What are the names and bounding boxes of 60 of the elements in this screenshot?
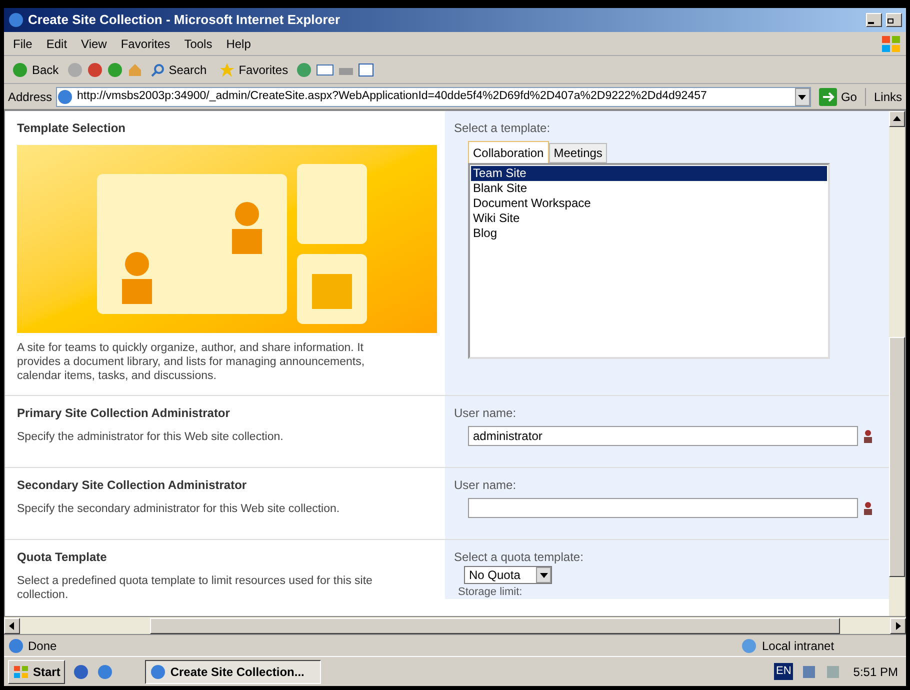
section-title: Primary Site Collection Administrator (17, 405, 231, 422)
field-label: User name: (454, 405, 518, 422)
person-icon[interactable] (862, 501, 874, 515)
restore-button[interactable] (886, 13, 902, 27)
field-label: Storage limit: (458, 586, 524, 598)
template-option[interactable]: Document Workspace (471, 196, 827, 211)
template-tab[interactable]: Collaboration (468, 141, 549, 163)
start-button[interactable]: Start (8, 660, 66, 684)
menu-item[interactable]: Tools (179, 34, 218, 52)
arrow-icon (7, 620, 17, 630)
template-option[interactable]: Blank Site (471, 181, 827, 196)
menu-item[interactable]: Help (221, 34, 256, 52)
user-name-field[interactable]: administrator (468, 426, 858, 446)
menu-item[interactable]: File (8, 34, 38, 52)
template-tab[interactable]: Meetings (548, 143, 608, 163)
user-name-field[interactable] (468, 498, 858, 518)
arrow-icon (893, 620, 903, 630)
favorites-button[interactable]: Favorites (214, 60, 292, 78)
arrow-icon (892, 114, 902, 124)
caret-icon (538, 570, 548, 580)
back-button[interactable]: Back (8, 60, 63, 78)
address-field[interactable]: http://vmsbs2003p:34900/_admin/CreateSite.aspx?WebApplicationId=40dde5f4%2D69fd%2D407a%2D9222%2Dd4d92457 (56, 86, 811, 106)
field-label: User name: (454, 477, 518, 494)
address-label: Address (8, 88, 52, 106)
dropdown-button[interactable] (794, 88, 810, 106)
person-icon[interactable] (862, 429, 874, 443)
section-description: A site for teams to quickly organize, author, and share information. It provides a document library, and lists for managing announcements, calendar items, tasks, and discussions. (17, 341, 366, 383)
language-indicator[interactable]: EN (774, 663, 794, 680)
go-button[interactable]: Go (814, 88, 861, 106)
dropdown-button[interactable] (536, 567, 551, 583)
menu-item[interactable]: View (76, 34, 112, 52)
search-button[interactable]: Search (146, 60, 211, 78)
section-description: Specify the secondary administrator for this Web site collection. (17, 502, 341, 516)
menu-item[interactable]: Favorites (116, 34, 176, 52)
links-button[interactable]: Links (864, 88, 902, 106)
quota-dropdown[interactable]: No Quota (464, 566, 552, 584)
field-label: Select a template: (454, 120, 552, 137)
horizontal-scrollbar[interactable] (4, 617, 906, 634)
windows-flag-logo (880, 34, 902, 54)
window-title: Create Site Collection - Microsoft Internet Explorer (28, 11, 342, 30)
security-zone: Local intranet (762, 638, 836, 654)
search-icon (150, 62, 165, 76)
restore-icon (887, 16, 895, 24)
template-option[interactable]: Team Site (471, 166, 827, 181)
clock: 5:51 PM (852, 664, 899, 680)
section-description: Specify the administrator for this Web site collection. (17, 430, 284, 444)
template-option[interactable]: Blog (471, 226, 827, 241)
menu-item[interactable]: Edit (41, 34, 72, 52)
section-title: Secondary Site Collection Administrator (17, 477, 248, 494)
taskbar-window-button[interactable]: Create Site Collection... (145, 660, 322, 684)
section-title: Template Selection (17, 120, 126, 137)
field-label: Select a quota template: (454, 549, 584, 566)
template-option[interactable]: Wiki Site (471, 211, 827, 226)
windows-flag-icon (13, 664, 29, 678)
minimize-button[interactable] (866, 13, 882, 27)
section-description: Select a predefined quota template to limit resources used for this site collection. (17, 574, 374, 599)
star-icon (218, 62, 235, 78)
vertical-scrollbar[interactable] (889, 111, 905, 616)
section-title: Quota Template (17, 549, 108, 566)
status-text: Done (28, 638, 58, 654)
